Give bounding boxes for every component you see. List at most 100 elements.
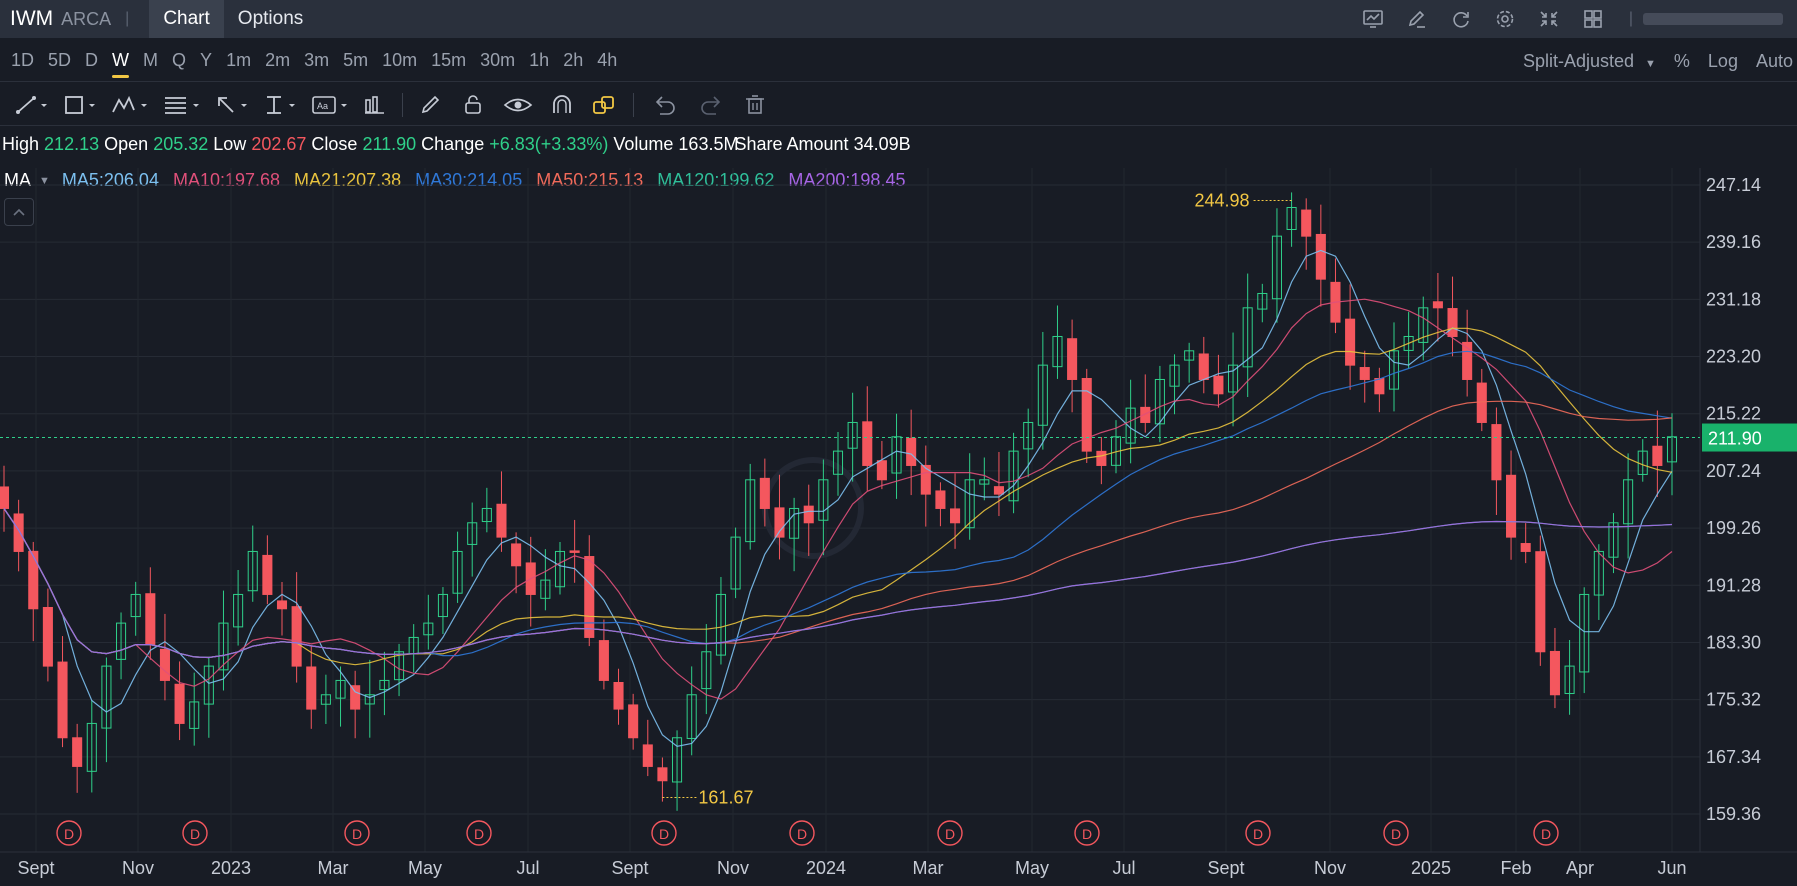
y-tick-label: 223.20 [1706,347,1761,367]
dividend-label: D [945,826,955,842]
y-tick-label: 191.28 [1706,575,1761,595]
dividend-label: D [352,826,362,842]
candle-body [42,606,53,667]
y-tick-label: 231.18 [1706,289,1761,309]
x-tick-label: 2025 [1411,858,1451,878]
x-tick-label: Sept [611,858,648,878]
x-tick-label: Apr [1566,858,1594,878]
candle-body [613,682,624,710]
y-tick-label: 247.14 [1706,175,1761,195]
candle-body [584,556,595,638]
candle-body [906,437,917,466]
candle-body [876,460,887,481]
candle-body [1520,543,1531,552]
candle-body [1198,353,1209,380]
candle-body [1447,308,1458,337]
x-tick-label: Nov [122,858,154,878]
candle-body [935,490,946,509]
x-tick-label: Mar [318,858,349,878]
dividend-label: D [1391,826,1401,842]
candle-body [1096,450,1107,466]
candle-body [306,666,317,710]
candle-body [569,550,580,553]
candle-body [13,513,24,552]
candle-body [262,554,273,595]
candle-body [803,505,814,524]
candle-body [1359,367,1370,380]
ma-line [3,327,1673,666]
low-marker-label: 161.67 [698,787,753,807]
ma-line [3,508,1673,659]
y-tick-label: 183.30 [1706,632,1761,652]
dividend-label: D [474,826,484,842]
candle-body [950,508,961,524]
dividend-label: D [659,826,669,842]
x-tick-label: Nov [717,858,749,878]
y-tick-label: 207.24 [1706,461,1761,481]
candle-body [774,507,785,538]
y-tick-label: 215.22 [1706,404,1761,424]
candle-body [1652,445,1663,466]
candle-body [1535,551,1546,653]
dividend-label: D [190,826,200,842]
candle-body [657,767,668,782]
candle-body [1315,233,1326,280]
x-tick-label: 2024 [806,858,846,878]
x-tick-label: Mar [913,858,944,878]
candle-body [0,486,10,509]
candle-body [598,640,609,681]
app-window: IWM ARCA | Chart Options | 1D 5D D W M Q… [0,0,1797,886]
candle-body [511,543,522,567]
x-tick-label: Jul [516,858,539,878]
candle-body [1506,474,1517,538]
last-price-label: 211.90 [1708,429,1762,449]
x-tick-label: May [408,858,442,878]
candle-body [72,737,83,767]
candle-body [174,683,185,724]
candle-body [1432,301,1443,309]
candle-body [993,486,1004,495]
y-tick-label: 159.36 [1706,804,1761,824]
candle-body [350,685,361,710]
candle-body [628,704,639,739]
candle-body [28,550,39,610]
y-tick-label: 199.26 [1706,518,1761,538]
dividend-label: D [64,826,74,842]
ma-line [3,508,1673,659]
price-chart[interactable]: 247.14 239.16 231.18 223.20 215.22 207.24 199.… [0,0,1797,886]
candle-body [1374,378,1385,395]
x-tick-label: 2023 [211,858,251,878]
ma-line [3,350,1673,659]
candle-body [291,606,302,667]
candle-body [1081,377,1092,452]
x-tick-label: May [1015,858,1049,878]
candle-body [159,648,170,681]
x-tick-label: Jun [1657,858,1686,878]
candle-body [642,744,653,767]
dividend-label: D [1082,826,1092,842]
candle-body [1301,209,1312,237]
x-tick-label: Feb [1500,858,1531,878]
candle-body [1067,338,1078,380]
candle-body [145,593,156,646]
x-tick-label: Jul [1112,858,1135,878]
y-tick-label: 239.16 [1706,232,1761,252]
x-tick-label: Sept [17,858,54,878]
dividend-label: D [1253,826,1263,842]
candle-body [759,477,770,509]
candle-body [862,421,873,466]
candle-body [1213,375,1224,395]
high-marker-label: 244.98 [1195,190,1250,210]
y-tick-label: 167.34 [1706,747,1761,767]
candle-body [496,503,507,538]
dividend-label: D [797,826,807,842]
y-tick-label: 175.32 [1706,690,1761,710]
candle-body [1345,318,1356,366]
candle-body [276,600,288,610]
candle-body [1491,424,1502,481]
candle-body [57,661,68,739]
x-tick-label: Nov [1314,858,1346,878]
x-tick-label: Sept [1207,858,1244,878]
dividend-label: D [1541,826,1551,842]
ma-line [3,249,1673,748]
